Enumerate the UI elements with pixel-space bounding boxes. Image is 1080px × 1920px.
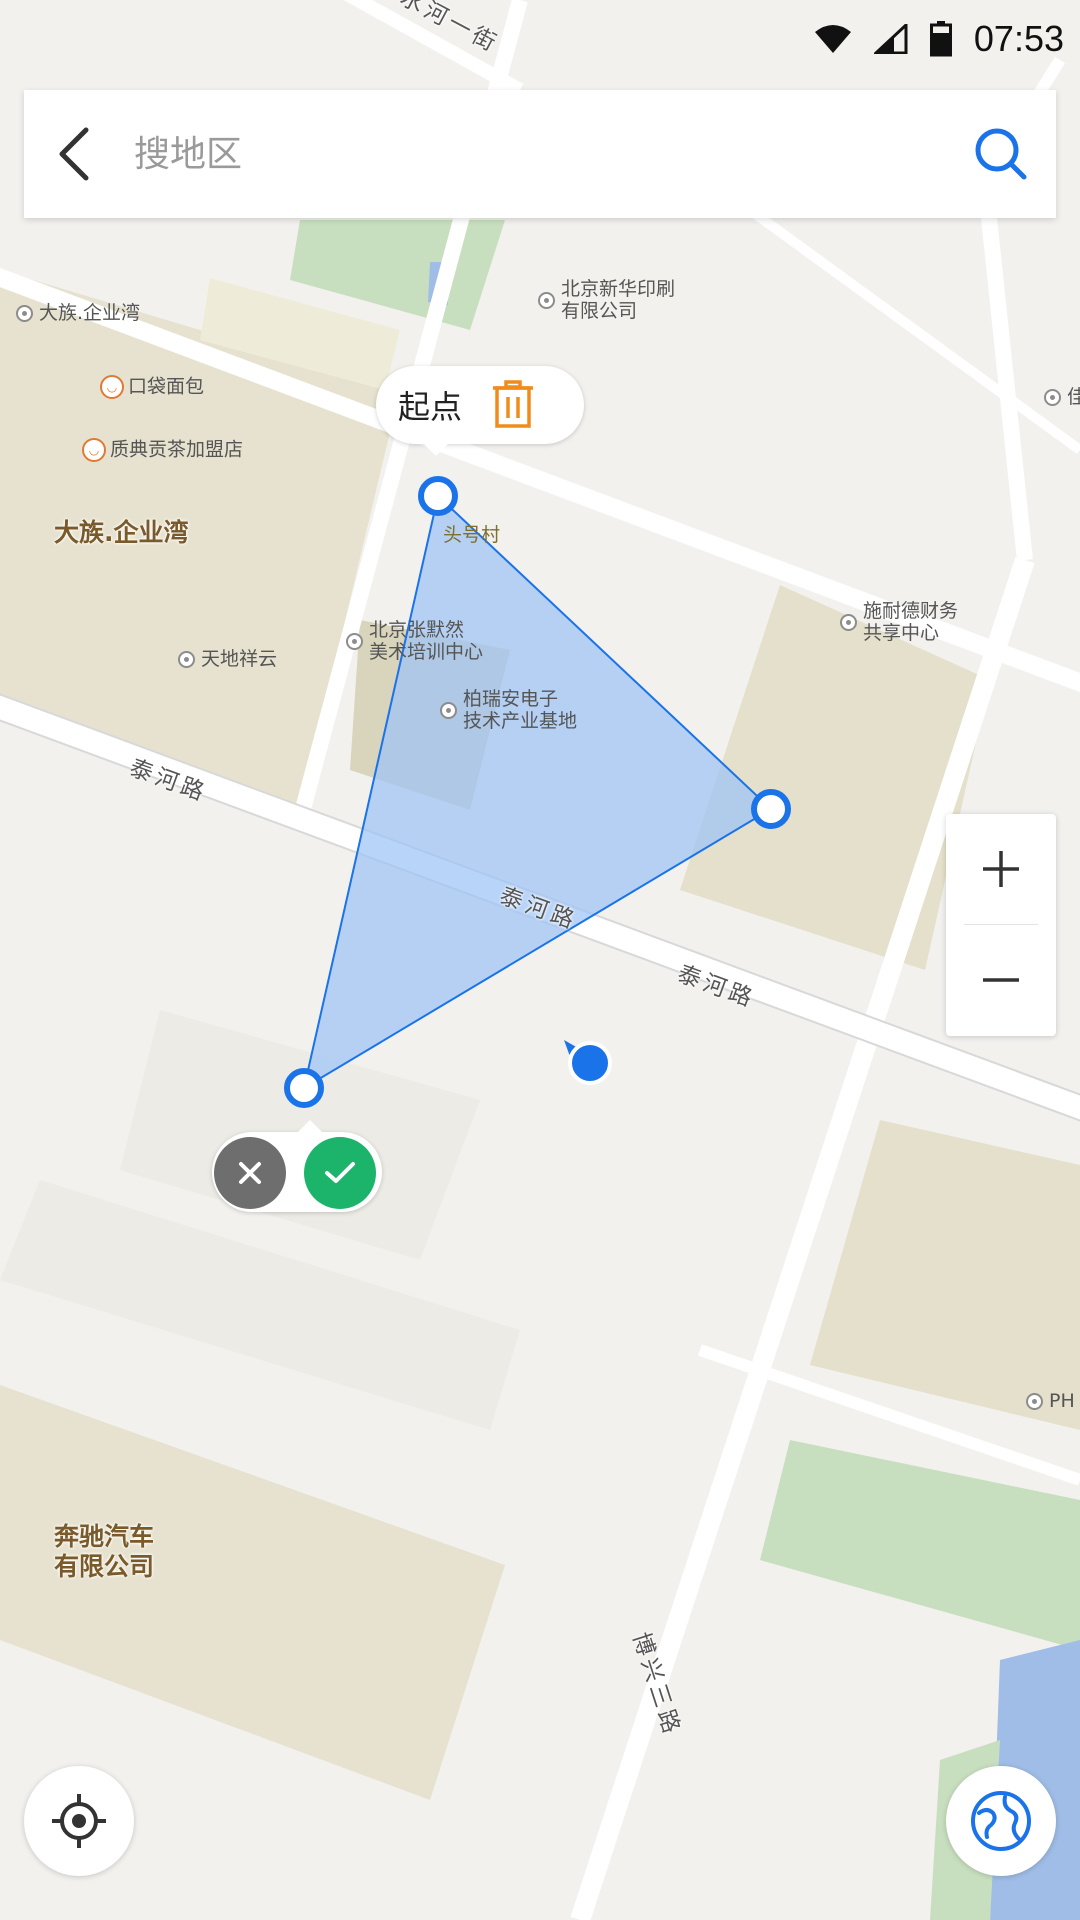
poi-label: 天地祥云 — [178, 648, 277, 670]
park-area — [760, 1440, 1080, 1650]
chevron-left-icon — [59, 127, 89, 181]
start-point-label: 起点 — [398, 388, 463, 426]
poi-marker-icon — [538, 291, 555, 309]
trash-icon — [493, 380, 534, 428]
vertex-action-pill — [212, 1120, 382, 1212]
poi-label: ◡ 质典贡茶加盟店 — [82, 438, 243, 462]
wifi-icon — [814, 25, 851, 53]
zoom-control — [946, 814, 1056, 1036]
globe-icon — [971, 1791, 1031, 1851]
poi-marker-icon — [1044, 389, 1061, 406]
poi-marker-icon — [840, 613, 857, 631]
zoom-in-button[interactable] — [946, 814, 1056, 924]
screen: 凉水河一街 大族.企业湾 ◡ 口袋面包 ◡ 质典贡茶加盟店 大族.企业湾 北京新华印… — [0, 0, 1080, 1920]
back-button[interactable] — [24, 90, 124, 218]
polygon-vertex[interactable] — [284, 1068, 324, 1108]
locate-crosshair-icon — [52, 1794, 106, 1848]
map-view[interactable]: 凉水河一街 大族.企业湾 ◡ 口袋面包 ◡ 质典贡茶加盟店 大族.企业湾 北京新华印… — [0, 0, 1080, 1920]
poi-label: PH — [1026, 1390, 1075, 1412]
poi-label: ◡ 口袋面包 — [100, 375, 204, 399]
poi-label: 柏瑞安电子 技术产业基地 — [440, 688, 577, 732]
search-input[interactable] — [124, 103, 946, 205]
poi-label: 北京张默然 美术培训中心 — [346, 619, 483, 663]
status-time: 07:53 — [973, 18, 1064, 59]
delete-button[interactable] — [488, 375, 538, 435]
food-icon: ◡ — [82, 438, 106, 462]
building-block — [0, 1180, 520, 1430]
close-icon — [239, 1162, 261, 1184]
food-icon: ◡ — [100, 375, 124, 399]
status-bar: 07:53 — [814, 0, 1080, 78]
poi-marker-icon — [346, 632, 363, 650]
zoom-out-button[interactable] — [946, 925, 1056, 1035]
building-block — [0, 1385, 505, 1800]
poi-marker-icon — [16, 305, 33, 322]
poi-label: 施耐德财务 共享中心 — [840, 600, 958, 644]
village-label: 头号村 — [443, 524, 501, 546]
area-polygon — [302, 494, 773, 1091]
cancel-button[interactable] — [214, 1137, 286, 1209]
start-point-bubble: 起点 — [376, 366, 584, 456]
poi-label: 北京新华印刷 有限公司 — [538, 278, 675, 322]
search-button[interactable] — [946, 90, 1056, 218]
poi-label: 大族.企业湾 — [16, 302, 140, 324]
polygon-vertex[interactable] — [751, 789, 791, 829]
plus-icon — [983, 851, 1019, 887]
district-label: 奔驰汽车 有限公司 — [54, 1522, 155, 1581]
confirm-button[interactable] — [304, 1137, 376, 1209]
battery-icon — [929, 21, 952, 57]
poi-marker-icon — [1026, 1393, 1043, 1410]
cell-signal-icon — [873, 24, 908, 54]
search-icon — [975, 128, 1027, 180]
district-label: 大族.企业湾 — [54, 518, 189, 547]
polygon-vertex-start[interactable] — [418, 476, 458, 516]
poi-marker-icon — [178, 651, 195, 668]
building-block — [810, 1120, 1080, 1430]
locate-button[interactable] — [24, 1766, 134, 1876]
checkmark-icon — [325, 1162, 355, 1183]
map-layers-button[interactable] — [946, 1766, 1056, 1876]
search-bar — [24, 90, 1056, 218]
poi-label: 佳 — [1044, 386, 1080, 408]
current-location-dot — [568, 1041, 612, 1085]
poi-marker-icon — [440, 701, 457, 719]
minus-icon — [983, 978, 1019, 982]
